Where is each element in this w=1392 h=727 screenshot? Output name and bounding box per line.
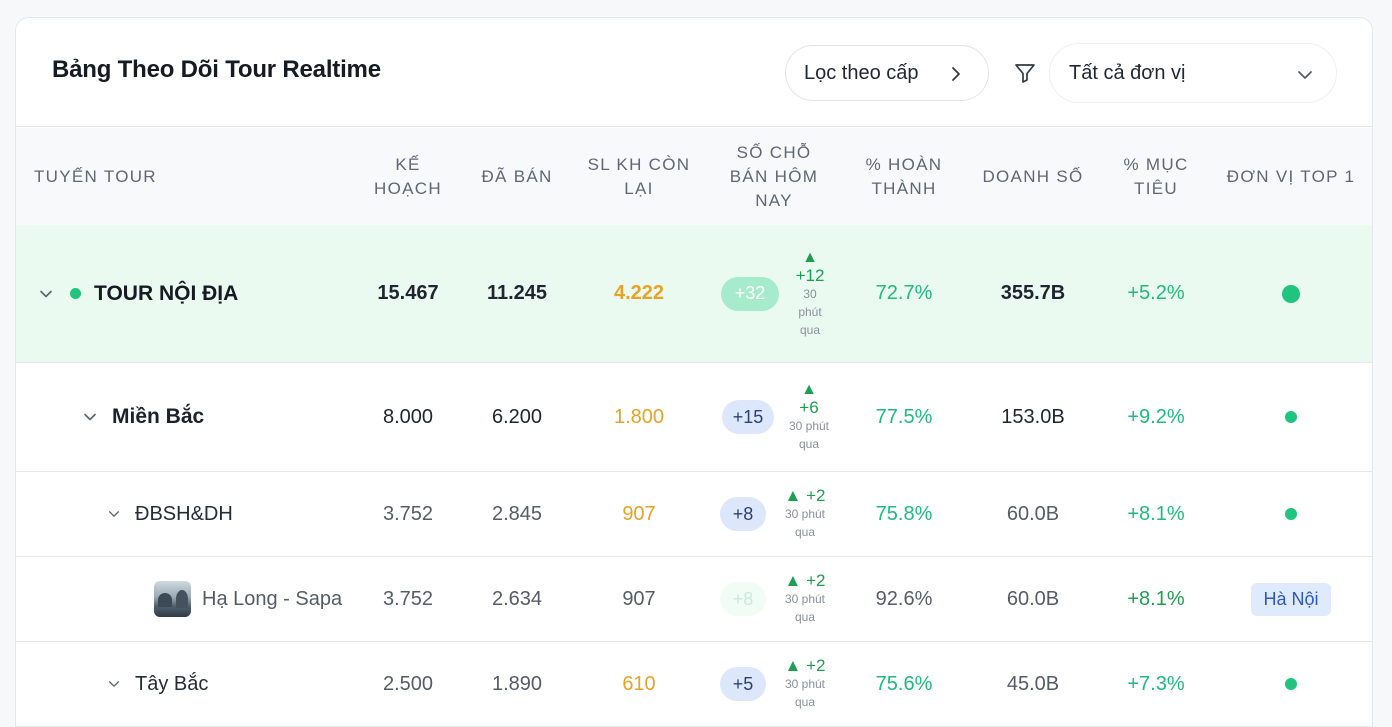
delta-value: ▲ +2 [784, 656, 826, 675]
sold-value: 11.245 [486, 282, 548, 304]
delta-value: ▲ +2 [784, 571, 826, 590]
top-unit-status-dot [1285, 678, 1297, 690]
top-unit-status-dot [1285, 508, 1297, 520]
completion-value: 92.6% [875, 587, 933, 610]
plan-value: 15.467 [377, 282, 439, 304]
today-badge: +32 [721, 276, 779, 311]
today-badge: +8 [720, 582, 766, 616]
target-value: +8.1% [1127, 502, 1185, 525]
remaining-value: 610 [622, 672, 656, 695]
chevron-down-icon[interactable] [107, 677, 121, 691]
card-header: Bảng Theo Dõi Tour Realtime Lọc theo cấp… [16, 18, 1372, 127]
col-header-revenue: DOANH SỐ [982, 166, 1084, 186]
chevron-right-icon [952, 67, 960, 81]
table-row[interactable]: TOUR NỘI ĐỊA 15.467 11.245 4.222 +32 ▲ +… [16, 225, 1372, 363]
route-name: Tây Bắc [135, 672, 209, 695]
chevron-down-icon [1298, 71, 1312, 79]
col-header-today: SỐ CHỖ BÁN HÔM NAY [729, 142, 819, 210]
remaining-value: 907 [622, 587, 656, 610]
table-row[interactable]: Miền Bắc 8.000 6.200 1.800 +15 ▲ +6 30 p… [16, 363, 1372, 472]
sold-value: 2.845 [491, 502, 543, 525]
col-header-top-unit: ĐƠN VỊ TOP 1 [1226, 166, 1356, 186]
delta-note: 30 phút qua [784, 592, 826, 624]
delta-note: 30 phút qua [784, 507, 826, 539]
delta-note: 30 phút qua [784, 677, 826, 709]
chevron-down-icon[interactable] [38, 286, 54, 302]
completion-value: 77.5% [875, 405, 933, 428]
up-arrow-icon: ▲ [801, 381, 817, 398]
page-title: Bảng Theo Dõi Tour Realtime [52, 56, 381, 83]
delta-note: 30 phút qua [798, 286, 822, 337]
target-value: +7.3% [1127, 672, 1185, 695]
completion-value: 75.6% [875, 672, 933, 695]
col-header-plan: KẾ HOẠCH [374, 154, 442, 198]
sold-value: 2.634 [491, 587, 543, 610]
status-dot [70, 288, 81, 299]
tour-thumbnail [154, 581, 191, 617]
chevron-down-icon[interactable] [82, 409, 98, 425]
sold-value: 1.890 [491, 672, 543, 695]
top-unit-status-dot [1282, 284, 1300, 303]
route-name: Miền Bắc [112, 405, 205, 428]
table-row[interactable]: Tây Bắc 2.500 1.890 610 +5 ▲ +2 30 phút … [16, 642, 1372, 727]
target-value: +9.2% [1127, 405, 1185, 428]
chevron-down-icon[interactable] [107, 507, 121, 521]
tour-tracking-card: Bảng Theo Dõi Tour Realtime Lọc theo cấp… [15, 17, 1373, 727]
top-unit-status-dot [1285, 411, 1297, 423]
revenue-value: 45.0B [1006, 672, 1060, 695]
filter-by-level-label: Lọc theo cấp [804, 61, 919, 84]
col-header-remaining: SL KH CÒN LẠI [587, 154, 691, 198]
revenue-value: 355.7B [1000, 282, 1066, 304]
remaining-value: 907 [622, 502, 656, 525]
table-row[interactable]: Hạ Long - Sapa 3.752 2.634 907 +8 ▲ +2 3… [16, 557, 1372, 642]
unit-select-value: Tất cả đơn vị [1069, 61, 1186, 84]
delta-indicator: ▲ +6 30 phút qua [783, 381, 835, 453]
target-value: +5.2% [1127, 282, 1185, 304]
today-badge: +15 [722, 400, 774, 434]
remaining-value: 4.222 [613, 282, 665, 304]
plan-value: 8.000 [382, 405, 434, 428]
unit-select[interactable]: Tất cả đơn vị [1049, 43, 1337, 103]
revenue-value: 60.0B [1006, 502, 1060, 525]
completion-value: 72.7% [875, 282, 933, 304]
delta-value: +12 [795, 265, 825, 285]
route-name: TOUR NỘI ĐỊA [94, 281, 239, 305]
table-row[interactable]: ĐBSH&DH 3.752 2.845 907 +8 ▲ +2 30 phút … [16, 472, 1372, 557]
route-name: Hạ Long - Sapa [202, 587, 343, 610]
delta-value: ▲ +2 [784, 486, 826, 505]
delta-indicator: ▲ +2 30 phút qua [779, 487, 831, 541]
col-header-completion: % HOÀN THÀNH [865, 154, 943, 198]
delta-indicator: ▲ +2 30 phút qua [779, 657, 831, 711]
col-header-target: % MỤC TIÊU [1123, 154, 1189, 198]
plan-value: 3.752 [382, 587, 434, 610]
up-arrow-icon: ▲ [802, 248, 818, 266]
col-header-sold: ĐÃ BÁN [481, 166, 553, 186]
top-unit-badge: Hà Nội [1251, 582, 1331, 616]
delta-indicator: ▲ +2 30 phút qua [779, 572, 831, 626]
filter-funnel-icon[interactable] [1013, 61, 1037, 85]
plan-value: 2.500 [382, 672, 434, 695]
completion-value: 75.8% [875, 502, 933, 525]
filter-by-level-button[interactable]: Lọc theo cấp [785, 45, 989, 101]
delta-value: +6 [799, 398, 819, 417]
target-value: +8.1% [1127, 587, 1185, 610]
remaining-value: 1.800 [613, 405, 665, 428]
revenue-value: 153.0B [1001, 405, 1065, 428]
revenue-value: 60.0B [1006, 587, 1060, 610]
plan-value: 3.752 [382, 502, 434, 525]
today-badge: +5 [720, 667, 766, 701]
col-header-route: TUYẾN TOUR [34, 166, 157, 186]
delta-indicator: ▲ +12 30 phút qua [790, 249, 830, 339]
route-name: ĐBSH&DH [135, 502, 233, 525]
sold-value: 6.200 [491, 405, 543, 428]
delta-note: 30 phút qua [788, 419, 830, 451]
today-badge: +8 [720, 497, 766, 531]
table-header: TUYẾN TOUR KẾ HOẠCH ĐÃ BÁN SL KH CÒN LẠI… [16, 128, 1372, 225]
